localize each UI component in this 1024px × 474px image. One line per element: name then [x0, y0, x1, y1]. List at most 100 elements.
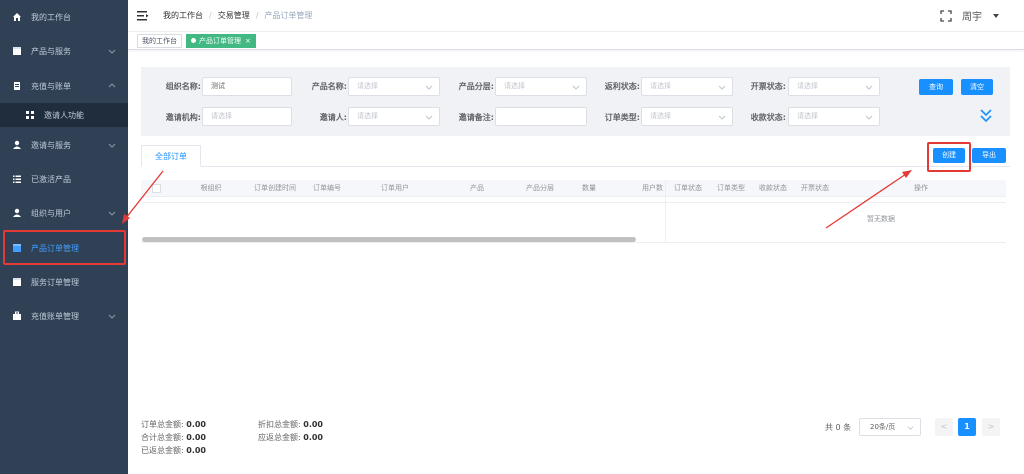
column-header[interactable]: 订单用户 [349, 180, 441, 197]
breadcrumb-workbench[interactable]: 我的工作台 [163, 10, 203, 21]
column-header[interactable]: 数量 [567, 180, 611, 197]
annotation-arrow-right [825, 170, 912, 229]
chevron-down-icon [865, 85, 873, 90]
payment-status-label: 收款状态: [750, 113, 786, 122]
user-icon [12, 140, 22, 150]
column-header[interactable]: 产品 [441, 180, 513, 197]
menu-toggle-icon[interactable] [137, 10, 149, 22]
page-size-value: 20条/页 [870, 423, 896, 431]
user-name[interactable]: 周宇 [962, 8, 982, 23]
chevron-down-icon [108, 314, 116, 319]
order-type-select[interactable]: 请选择 [641, 107, 733, 126]
sidebar-item-org-users[interactable]: 组织与用户 [0, 196, 128, 230]
annotation-arrow-left [122, 170, 164, 224]
inviter-select[interactable]: 请选择 [348, 107, 440, 126]
summary-value: 0.00 [186, 433, 206, 442]
sidebar-item-product-orders[interactable]: 产品订单管理 [0, 231, 128, 265]
column-header[interactable]: 收款状态 [752, 180, 794, 197]
sidebar-item-products[interactable]: 产品与服务 [0, 34, 128, 68]
sidebar-item-recharge[interactable]: 充值与账单 [0, 69, 128, 103]
chevron-down-icon [865, 115, 873, 120]
product-name-select[interactable]: 请选择 [348, 77, 440, 96]
placeholder-text: 请选择 [797, 82, 818, 90]
rebated-total: 已返总金额: 0.00 [141, 445, 206, 456]
product-tier-select[interactable]: 请选择 [495, 77, 587, 96]
page-number-button[interactable]: 1 [958, 418, 976, 436]
chevron-down-icon [108, 211, 116, 216]
active-dot-icon [191, 38, 196, 43]
chevron-down-icon [108, 83, 116, 88]
fullscreen-icon[interactable] [940, 9, 952, 22]
combined-total: 合计总金额: 0.00 [141, 432, 206, 443]
summary-value: 0.00 [186, 446, 206, 455]
table-bottom-line [141, 242, 1006, 243]
placeholder-text: 请选择 [504, 82, 525, 90]
discount-total: 折扣总金额: 0.00 [258, 419, 323, 430]
rebate-status-select[interactable]: 请选择 [641, 77, 733, 96]
column-header[interactable]: 订单编号 [307, 180, 347, 197]
user-icon [12, 208, 22, 218]
product-tier-label: 产品分层: [458, 82, 494, 91]
sidebar-item-label: 充值账单管理 [31, 311, 79, 321]
inviter-label: 邀请人: [319, 113, 347, 122]
caret-down-icon[interactable] [992, 12, 1000, 20]
sidebar-item-recharge-bills[interactable]: 充值账单管理 [0, 299, 128, 333]
invoice-status-select[interactable]: 请选择 [788, 77, 880, 96]
tag-label: 产品订单管理 [199, 37, 241, 45]
sidebar-item-label: 已激活产品 [31, 174, 71, 184]
placeholder-text: 请选择 [211, 112, 232, 120]
export-button[interactable]: 导出 [972, 148, 1006, 163]
chevron-down-icon [425, 85, 433, 90]
column-header[interactable]: 产品分层 [513, 180, 567, 197]
column-header[interactable]: 用户数 [611, 180, 663, 197]
header-right: 周宇 [940, 8, 1000, 23]
prev-page-button[interactable]: < [935, 418, 953, 436]
placeholder-text: 请选择 [650, 82, 671, 90]
close-icon[interactable]: × [245, 37, 251, 45]
summary-label: 订单总金额: [141, 420, 184, 429]
tags-bar: 我的工作台 产品订单管理 × [128, 32, 1024, 50]
search-button[interactable]: 查询 [919, 79, 953, 95]
column-header[interactable]: 订单状态 [668, 180, 708, 197]
home-icon [12, 12, 22, 22]
page-size-select[interactable]: 20条/页 [859, 418, 921, 436]
briefcase-icon [12, 311, 22, 321]
sidebar-item-service-orders[interactable]: 服务订单管理 [0, 265, 128, 299]
invoice-status-label: 开票状态: [750, 82, 786, 91]
org-name-input[interactable]: 测试 [202, 77, 292, 96]
tag-workbench[interactable]: 我的工作台 [137, 34, 182, 48]
chevron-down-icon [572, 85, 580, 90]
column-header[interactable]: 订单创建时间 [243, 180, 307, 197]
chevron-down-icon [718, 85, 726, 90]
column-header[interactable]: 订单类型 [710, 180, 752, 197]
sidebar-item-activated[interactable]: 已激活产品 [0, 162, 128, 196]
payment-status-select[interactable]: 请选择 [788, 107, 880, 126]
tab-all-orders[interactable]: 全部订单 [141, 145, 201, 167]
create-button[interactable]: 创建 [933, 148, 965, 163]
order-tabs: 全部订单 [141, 145, 1010, 167]
summary-label: 折扣总金额: [258, 420, 301, 429]
breadcrumb-trade[interactable]: 交易管理 [218, 10, 250, 21]
tag-product-orders[interactable]: 产品订单管理 × [186, 34, 256, 48]
summary-value: 0.00 [186, 420, 206, 429]
org-name-label: 组织名称: [165, 82, 201, 91]
expand-double-chevron-icon[interactable] [979, 107, 993, 123]
invite-note-input[interactable] [495, 107, 587, 126]
box-icon [12, 243, 22, 253]
org-name-value: 测试 [211, 82, 225, 90]
chevron-down-icon [108, 143, 116, 148]
summary-label: 应返总金额: [258, 433, 301, 442]
placeholder-text: 请选择 [650, 112, 671, 120]
sidebar-item-label: 产品订单管理 [31, 243, 79, 253]
sidebar-item-label: 产品与服务 [31, 46, 71, 56]
next-page-button[interactable]: > [982, 418, 1000, 436]
sidebar-item-inviter[interactable]: 邀请人功能 [0, 103, 128, 127]
chevron-down-icon [718, 115, 726, 120]
due-rebate-total: 应返总金额: 0.00 [258, 432, 323, 443]
invite-org-input[interactable]: 请选择 [202, 107, 292, 126]
bill-icon [12, 81, 22, 91]
invite-org-label: 邀请机构: [165, 113, 201, 122]
clear-button[interactable]: 清空 [961, 79, 993, 95]
sidebar-item-invite-service[interactable]: 邀请与服务 [0, 128, 128, 162]
sidebar-item-workbench[interactable]: 我的工作台 [0, 0, 128, 34]
